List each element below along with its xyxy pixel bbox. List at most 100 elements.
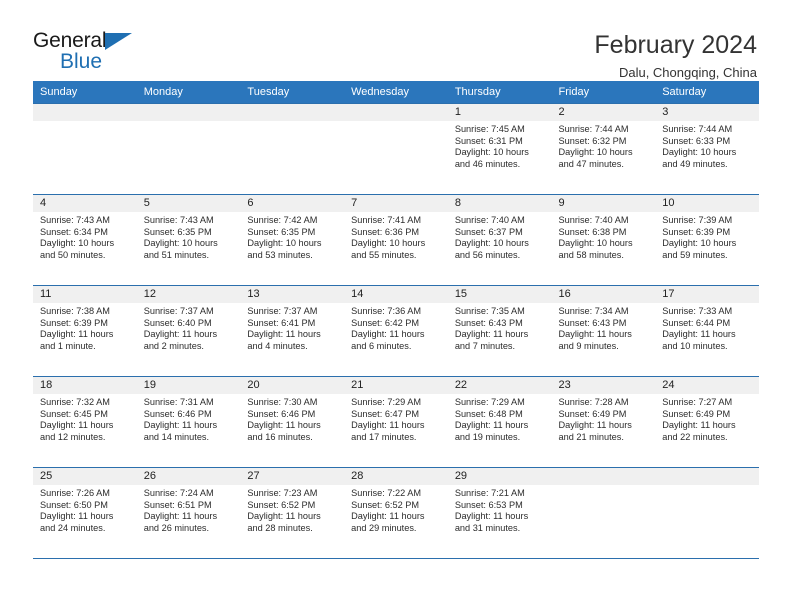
calendar-day-cell[interactable]: 10 Sunrise: 7:39 AM Sunset: 6:39 PM Dayligh…: [655, 194, 759, 286]
daylight-duration-line2: and 17 minutes.: [351, 431, 417, 442]
calendar-day-cell[interactable]: 27 Sunrise: 7:23 AM Sunset: 6:52 PM Dayligh…: [240, 467, 345, 559]
calendar-day-cell[interactable]: 12 Sunrise: 7:37 AM Sunset: 6:40 PM Dayligh…: [136, 285, 241, 377]
calendar-day-cell[interactable]: 22 Sunrise: 7:29 AM Sunset: 6:48 PM Dayligh…: [447, 376, 552, 468]
day-cell-content: 1 Sunrise: 7:45 AM Sunset: 6:31 PM Daylight…: [447, 104, 552, 194]
day-number: 29: [447, 468, 552, 485]
day-cell-content: 22 Sunrise: 7:29 AM Sunset: 6:48 PM Dayligh…: [447, 377, 552, 467]
day-number: 7: [344, 195, 448, 212]
sunset-time: Sunset: 6:52 PM: [351, 499, 420, 510]
calendar-day-cell[interactable]: 4 Sunrise: 7:43 AM Sunset: 6:34 PM Daylight…: [33, 194, 137, 286]
daylight-duration-line1: Daylight: 11 hours: [40, 329, 114, 340]
sunset-time: Sunset: 6:34 PM: [40, 226, 108, 237]
calendar-day-cell[interactable]: 21 Sunrise: 7:29 AM Sunset: 6:47 PM Dayligh…: [344, 376, 448, 468]
day-cell-details: Sunrise: 7:26 AM Sunset: 6:50 PM Daylight:…: [33, 485, 137, 534]
day-number: 4: [33, 195, 137, 212]
day-cell-details: Sunrise: 7:36 AM Sunset: 6:42 PM Daylight:…: [344, 303, 448, 352]
daylight-duration-line1: Daylight: 11 hours: [40, 511, 114, 522]
daylight-duration-line2: and 50 minutes.: [40, 249, 106, 260]
sunrise-time: Sunrise: 7:33 AM: [662, 306, 733, 316]
daylight-duration-line1: Daylight: 10 hours: [454, 238, 529, 249]
calendar-day-cell[interactable]: 2 Sunrise: 7:44 AM Sunset: 6:32 PM Daylight…: [551, 103, 656, 195]
calendar-day-cell[interactable]: 13 Sunrise: 7:37 AM Sunset: 6:41 PM Dayligh…: [240, 285, 345, 377]
calendar-day-cell[interactable]: 29 Sunrise: 7:21 AM Sunset: 6:53 PM Dayligh…: [447, 467, 552, 559]
day-number: 28: [344, 468, 448, 485]
daylight-duration-line2: and 22 minutes.: [662, 431, 728, 442]
day-number: 19: [136, 377, 241, 394]
calendar-day-cell[interactable]: 5 Sunrise: 7:43 AM Sunset: 6:35 PM Daylight…: [136, 194, 241, 286]
calendar-day-cell[interactable]: 16 Sunrise: 7:34 AM Sunset: 6:43 PM Dayligh…: [551, 285, 656, 377]
calendar-day-cell[interactable]: 1 Sunrise: 7:45 AM Sunset: 6:31 PM Daylight…: [447, 103, 552, 195]
calendar-day-cell[interactable]: 14 Sunrise: 7:36 AM Sunset: 6:42 PM Dayligh…: [344, 285, 448, 377]
daylight-duration-line2: and 31 minutes.: [454, 522, 521, 533]
calendar-day-cell: [344, 103, 448, 195]
sunset-time: Sunset: 6:47 PM: [351, 408, 420, 419]
daylight-duration-line2: and 12 minutes.: [40, 431, 106, 442]
calendar-day-cell[interactable]: 25 Sunrise: 7:26 AM Sunset: 6:50 PM Dayligh…: [33, 467, 137, 559]
day-cell-content: 26 Sunrise: 7:24 AM Sunset: 6:51 PM Dayligh…: [136, 468, 241, 558]
daylight-duration-line2: and 59 minutes.: [662, 249, 728, 260]
brand-logo[interactable]: General Blue: [33, 30, 143, 76]
calendar-day-cell[interactable]: 6 Sunrise: 7:42 AM Sunset: 6:35 PM Daylight…: [240, 194, 345, 286]
daylight-duration-line1: Daylight: 11 hours: [454, 511, 529, 522]
calendar-day-cell[interactable]: 8 Sunrise: 7:40 AM Sunset: 6:37 PM Daylight…: [447, 194, 552, 286]
calendar-day-cell[interactable]: 18 Sunrise: 7:32 AM Sunset: 6:45 PM Dayligh…: [33, 376, 137, 468]
day-number: 10: [655, 195, 759, 212]
calendar-week-row: 4 Sunrise: 7:43 AM Sunset: 6:34 PM Daylight…: [33, 194, 759, 286]
page-title: February 2024: [594, 31, 757, 59]
calendar-body: 1 Sunrise: 7:45 AM Sunset: 6:31 PM Daylight…: [33, 103, 759, 559]
page-header: General Blue February 2024 Dalu, Chongqi…: [33, 0, 759, 80]
day-cell-details: Sunrise: 7:37 AM Sunset: 6:41 PM Daylight:…: [240, 303, 344, 352]
calendar-day-cell[interactable]: 19 Sunrise: 7:31 AM Sunset: 6:46 PM Dayligh…: [136, 376, 241, 468]
daylight-duration-line2: and 7 minutes.: [454, 340, 516, 351]
day-number: 2: [551, 104, 656, 121]
sunset-time: Sunset: 6:37 PM: [454, 226, 523, 237]
calendar-day-cell[interactable]: 24 Sunrise: 7:27 AM Sunset: 6:49 PM Dayligh…: [655, 376, 759, 468]
sunset-time: Sunset: 6:44 PM: [662, 317, 731, 328]
day-cell-content: 8 Sunrise: 7:40 AM Sunset: 6:37 PM Daylight…: [447, 195, 552, 285]
day-number: 20: [240, 377, 345, 394]
sunset-time: Sunset: 6:41 PM: [247, 317, 316, 328]
day-number: 22: [447, 377, 552, 394]
sunrise-time: Sunrise: 7:43 AM: [143, 215, 214, 225]
calendar-day-cell[interactable]: 23 Sunrise: 7:28 AM Sunset: 6:49 PM Dayligh…: [551, 376, 656, 468]
daylight-duration-line2: and 6 minutes.: [351, 340, 412, 351]
calendar-day-cell[interactable]: 11 Sunrise: 7:38 AM Sunset: 6:39 PM Dayligh…: [33, 285, 137, 377]
day-cell-details: Sunrise: 7:45 AM Sunset: 6:31 PM Daylight:…: [448, 121, 552, 170]
brand-triangle-icon: [105, 33, 132, 50]
day-cell-content: 10 Sunrise: 7:39 AM Sunset: 6:39 PM Dayligh…: [655, 195, 759, 285]
daylight-duration-line1: Daylight: 11 hours: [143, 420, 218, 431]
daylight-duration-line2: and 9 minutes.: [558, 340, 619, 351]
day-number: 24: [655, 377, 759, 394]
sunrise-time: Sunrise: 7:44 AM: [662, 124, 733, 134]
calendar-day-cell[interactable]: 17 Sunrise: 7:33 AM Sunset: 6:44 PM Dayligh…: [655, 285, 759, 377]
sunrise-time: Sunrise: 7:34 AM: [558, 306, 629, 316]
day-number: 9: [551, 195, 656, 212]
day-cell-details: Sunrise: 7:27 AM Sunset: 6:49 PM Daylight:…: [655, 394, 759, 443]
daylight-duration-line2: and 56 minutes.: [454, 249, 521, 260]
calendar-day-cell[interactable]: 26 Sunrise: 7:24 AM Sunset: 6:51 PM Dayligh…: [136, 467, 241, 559]
day-cell-details: Sunrise: 7:24 AM Sunset: 6:51 PM Daylight:…: [137, 485, 241, 534]
calendar-day-cell[interactable]: 28 Sunrise: 7:22 AM Sunset: 6:52 PM Dayligh…: [344, 467, 448, 559]
weekday-header-saturday: Saturday: [655, 81, 759, 104]
day-cell-content: 23 Sunrise: 7:28 AM Sunset: 6:49 PM Dayligh…: [551, 377, 656, 467]
day-cell-details: Sunrise: 7:40 AM Sunset: 6:37 PM Daylight:…: [448, 212, 552, 261]
calendar-day-cell[interactable]: 20 Sunrise: 7:30 AM Sunset: 6:46 PM Dayligh…: [240, 376, 345, 468]
calendar-day-cell[interactable]: 7 Sunrise: 7:41 AM Sunset: 6:36 PM Daylight…: [344, 194, 448, 286]
day-cell-details: Sunrise: 7:37 AM Sunset: 6:40 PM Daylight:…: [137, 303, 241, 352]
calendar-day-cell[interactable]: 9 Sunrise: 7:40 AM Sunset: 6:38 PM Daylight…: [551, 194, 656, 286]
day-cell-details: Sunrise: 7:38 AM Sunset: 6:39 PM Daylight:…: [33, 303, 137, 352]
sunset-time: Sunset: 6:42 PM: [351, 317, 420, 328]
daylight-duration-line1: Daylight: 11 hours: [662, 329, 736, 340]
day-cell-details: Sunrise: 7:44 AM Sunset: 6:33 PM Daylight:…: [655, 121, 759, 170]
calendar-day-cell[interactable]: 15 Sunrise: 7:35 AM Sunset: 6:43 PM Dayligh…: [447, 285, 552, 377]
daylight-duration-line2: and 21 minutes.: [558, 431, 624, 442]
day-cell-content: [655, 468, 759, 558]
day-cell-content: 19 Sunrise: 7:31 AM Sunset: 6:46 PM Dayligh…: [136, 377, 241, 467]
calendar-day-cell[interactable]: 3 Sunrise: 7:44 AM Sunset: 6:33 PM Daylight…: [655, 103, 759, 195]
daylight-duration-line1: Daylight: 10 hours: [558, 147, 633, 158]
day-number: 17: [655, 286, 759, 303]
day-cell-content: 20 Sunrise: 7:30 AM Sunset: 6:46 PM Dayligh…: [240, 377, 345, 467]
day-number: 26: [136, 468, 241, 485]
day-cell-content: 5 Sunrise: 7:43 AM Sunset: 6:35 PM Daylight…: [136, 195, 241, 285]
calendar-header-row: Sunday Monday Tuesday Wednesday Thursday…: [33, 81, 759, 104]
